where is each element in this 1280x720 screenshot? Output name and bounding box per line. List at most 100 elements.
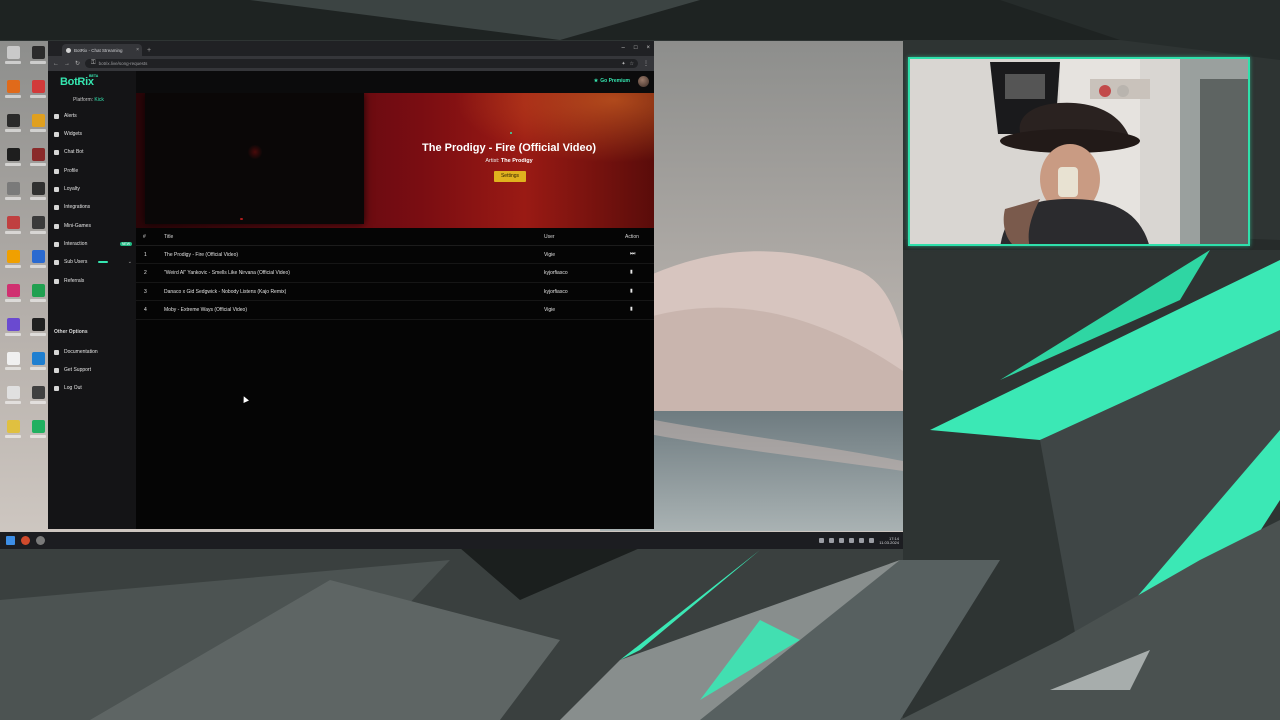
- volume-icon[interactable]: [869, 538, 875, 543]
- song-queue-table: # Title User Action 1 The Prodigy - Fire …: [136, 228, 654, 320]
- sidebar-item-label: Chat Bot: [64, 149, 84, 155]
- wifi-icon[interactable]: [859, 538, 865, 543]
- mouse-cursor-icon: [241, 395, 249, 403]
- now-playing-hero: The Prodigy - Fire (Official Video) Arti…: [136, 93, 654, 228]
- sidebar-item-chat-bot[interactable]: Chat Bot: [54, 147, 132, 157]
- back-icon[interactable]: ←: [53, 61, 59, 67]
- video-frame: [247, 145, 263, 159]
- desktop-icons: [0, 41, 50, 531]
- platform-label: Platform:: [73, 97, 94, 103]
- top-bar: ★ Go Premium: [136, 71, 654, 93]
- widget-icon: [54, 131, 59, 137]
- sidebar-item-interaction[interactable]: Interaction NEW: [54, 239, 132, 249]
- desktop-shortcut-icon[interactable]: [3, 182, 23, 206]
- minimize-icon[interactable]: –: [622, 44, 625, 52]
- sidebar-item-alerts[interactable]: Alerts: [54, 111, 132, 121]
- sidebar-item-label: Loyalty: [64, 186, 80, 192]
- now-playing-artist: Artist: The Prodigy: [364, 158, 654, 164]
- sidebar-item-profile[interactable]: Profile: [54, 166, 132, 176]
- desktop-shortcut-icon[interactable]: [28, 46, 48, 70]
- desktop-shortcut-icon[interactable]: [28, 250, 48, 274]
- sidebar-item-sub-users[interactable]: Sub Users ⌄: [54, 257, 132, 267]
- desktop-shortcut-icon[interactable]: [3, 386, 23, 410]
- status-pill: [98, 261, 109, 263]
- desktop-shortcut-icon[interactable]: [28, 216, 48, 240]
- trash-icon[interactable]: ▮: [630, 306, 633, 312]
- desktop-shortcut-icon[interactable]: [3, 284, 23, 308]
- header-action: Action: [625, 234, 639, 240]
- desktop-shortcut-icon[interactable]: [28, 148, 48, 172]
- sidebar: BotRix BETA Platform: Kick Alerts Widgets…: [48, 71, 136, 529]
- new-tab-icon[interactable]: +: [147, 47, 151, 54]
- chevron-down-icon[interactable]: ⌄: [128, 259, 132, 265]
- window-close-icon[interactable]: ×: [646, 44, 650, 52]
- url-text: botrix.live/song-requests: [98, 61, 148, 66]
- desktop-shortcut-icon[interactable]: [3, 114, 23, 138]
- url-field[interactable]: ⚿ botrix.live/song-requests ✦ ☆: [85, 59, 638, 68]
- desktop-shortcut-icon[interactable]: [28, 386, 48, 410]
- taskbar-clock[interactable]: 17:14 11.03.2024: [879, 536, 899, 545]
- desktop-shortcut-icon[interactable]: [28, 182, 48, 206]
- tray-icon[interactable]: [819, 538, 825, 543]
- desktop-shortcut-icon[interactable]: [28, 352, 48, 376]
- sidebar-item-get-support[interactable]: Get Support: [54, 365, 132, 375]
- desktop-shortcut-icon[interactable]: [28, 420, 48, 444]
- table-body: 1 The Prodigy - Fire (Official Video) Vigi…: [136, 246, 654, 320]
- maximize-icon[interactable]: □: [634, 44, 638, 52]
- favicon-icon: [66, 47, 71, 53]
- sidebar-item-loyalty[interactable]: Loyalty: [54, 184, 132, 194]
- desktop-shortcut-icon[interactable]: [3, 352, 23, 376]
- desktop-shortcut-icon[interactable]: [3, 216, 23, 240]
- song-title-cell: Danaco x Gid Sedgwick - Nobody Listens (…: [164, 288, 287, 295]
- sidebar-item-log-out[interactable]: Log Out: [54, 383, 132, 393]
- desktop-shortcut-icon[interactable]: [28, 80, 48, 104]
- users-icon: [54, 259, 59, 265]
- avatar[interactable]: [638, 76, 649, 87]
- trash-icon[interactable]: ▮: [630, 269, 633, 275]
- forward-icon[interactable]: →: [64, 61, 70, 67]
- beta-badge: BETA: [89, 74, 99, 78]
- table-row: 4 Moby - Extreme Ways (Official Video) Vig…: [136, 301, 654, 320]
- star-icon: [54, 186, 59, 192]
- desktop-shortcut-icon[interactable]: [28, 318, 48, 342]
- sidebar-item-integrations[interactable]: Integrations: [54, 202, 132, 212]
- browser-tab[interactable]: BotRix - Chat Streaming ×: [62, 44, 142, 56]
- desktop-shortcut-icon[interactable]: [3, 46, 23, 70]
- desktop-shortcut-icon[interactable]: [28, 114, 48, 138]
- row-number: 2: [144, 270, 147, 277]
- table-row: 3 Danaco x Gid Sedgwick - Nobody Listens …: [136, 283, 654, 302]
- progress-marker: [240, 218, 243, 220]
- tray-icon[interactable]: [829, 538, 835, 543]
- extensions-icon[interactable]: ✦: [621, 61, 625, 67]
- tab-close-icon[interactable]: ×: [136, 47, 139, 53]
- sidebar-item-widgets[interactable]: Widgets: [54, 129, 132, 139]
- desktop-shortcut-icon[interactable]: [3, 318, 23, 342]
- pointer-icon: [54, 241, 59, 247]
- desktop-shortcut-icon[interactable]: [3, 250, 23, 274]
- platform-value: Kick: [94, 97, 104, 103]
- menu-icon[interactable]: ⋮: [643, 60, 649, 67]
- reload-icon[interactable]: ↻: [75, 60, 80, 67]
- window-controls: – □ ×: [622, 44, 650, 52]
- clock-date: 11.03.2024: [879, 539, 899, 545]
- start-menu-icon[interactable]: [6, 536, 15, 545]
- desktop-shortcut-icon[interactable]: [3, 148, 23, 172]
- live-dot-icon: [510, 132, 512, 134]
- desktop-shortcut-icon[interactable]: [3, 420, 23, 444]
- settings-taskbar-icon[interactable]: [36, 536, 45, 545]
- bookmark-icon[interactable]: ☆: [630, 61, 634, 67]
- tray-icon[interactable]: [849, 538, 855, 543]
- trash-icon[interactable]: ▮: [630, 288, 633, 294]
- sidebar-item-referrals[interactable]: Referrals: [54, 276, 132, 286]
- webcam-feed: [908, 57, 1250, 246]
- sidebar-item-documentation[interactable]: Documentation: [54, 347, 132, 357]
- skip-icon[interactable]: ⏭: [630, 251, 635, 258]
- video-player[interactable]: [145, 93, 364, 224]
- settings-button[interactable]: Settings: [494, 171, 526, 182]
- desktop-shortcut-icon[interactable]: [3, 80, 23, 104]
- tray-icon[interactable]: [839, 538, 845, 543]
- sidebar-item-mini-games[interactable]: Mini-Games: [54, 221, 132, 231]
- go-premium-button[interactable]: ★ Go Premium: [594, 78, 630, 84]
- firefox-taskbar-icon[interactable]: [21, 536, 30, 545]
- desktop-shortcut-icon[interactable]: [28, 284, 48, 308]
